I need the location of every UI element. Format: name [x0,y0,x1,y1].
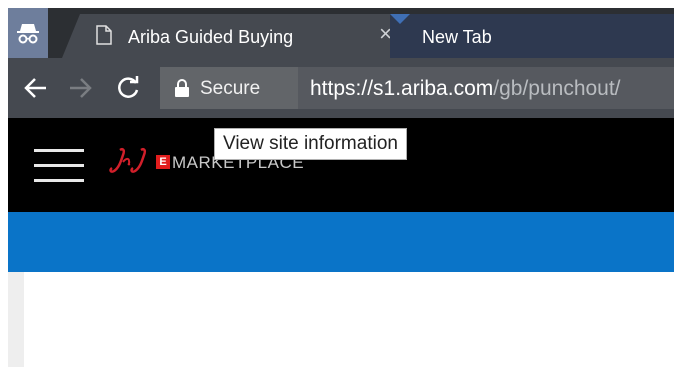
document-icon [96,25,112,50]
browser-toolbar: Secure https://s1.ariba.com/gb/punchout/ [8,58,674,118]
url-text[interactable]: https://s1.ariba.com/gb/punchout/ [310,77,621,101]
tab-title: New Tab [422,27,492,47]
security-label: Secure [200,78,261,99]
site-info-button[interactable]: Secure [160,67,298,109]
back-arrow-icon[interactable] [22,74,50,107]
jj-script-logo [109,148,147,173]
brand-badge: E [156,155,170,169]
url-path: /gb/punchout/ [493,77,621,100]
forward-arrow-icon[interactable] [66,74,94,107]
content-main [24,272,674,367]
tab-title: Ariba Guided Buying [128,27,294,47]
url-host: https://s1.ariba.com [310,77,494,100]
menu-icon[interactable] [34,147,84,183]
address-bar[interactable]: Secure https://s1.ariba.com/gb/punchout/ [160,67,674,109]
lock-icon [174,79,190,102]
content-gutter [8,272,24,367]
tab-accent [390,14,410,24]
incognito-icon [8,8,48,58]
tab-new-tab[interactable]: New Tab [390,14,674,58]
site-info-tooltip: View site information [214,128,407,160]
tab-strip: Ariba Guided Buying × New Tab [8,8,674,58]
page-content [8,272,674,367]
reload-icon[interactable] [114,74,142,107]
tab-ariba-guided-buying[interactable]: Ariba Guided Buying × [62,14,428,58]
blue-nav-band [8,212,674,272]
